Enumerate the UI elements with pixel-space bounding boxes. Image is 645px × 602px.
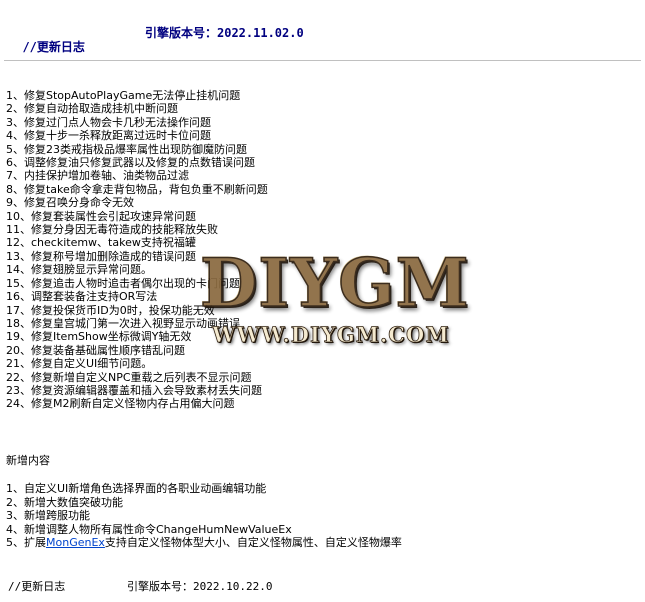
list-item: 4、修复十步一杀释放距离过远时卡位问题 xyxy=(6,129,211,143)
list-item: 4、新增调整人物所有属性命令ChangeHumNewValueEx xyxy=(6,522,292,536)
fix-list: 1、修复StopAutoPlayGame无法停止挂机问题 2、修复自动拾取造成挂… xyxy=(6,89,268,411)
list-item: 22、修复新增自定义NPC重载之后列表不显示问题 xyxy=(6,370,252,384)
item-prefix: 5、扩展 xyxy=(6,536,46,550)
list-item: 12、checkitemw、takew支持祝福罐 xyxy=(6,236,196,250)
previous-changelog-title: //更新日志 xyxy=(8,580,66,593)
list-item: 5、修复23类戒指极品爆率属性出现防御魔防问题 xyxy=(6,142,247,156)
list-item: 3、修复过门点人物会卡几秒无法操作问题 xyxy=(6,115,211,129)
list-item: 17、修复投保货币ID为0时，投保功能无效 xyxy=(6,303,215,317)
previous-engine-version: 引擎版本号：2022.10.22.0 xyxy=(127,580,273,593)
list-item: 15、修复追击人物时追击者偶尔出现的卡门问题 xyxy=(6,276,240,290)
list-item: 2、修复自动拾取造成挂机中断问题 xyxy=(6,102,178,116)
changelog-header: //更新日志 引擎版本号：2022.11.02.0 xyxy=(8,24,303,69)
list-item: 7、内挂保护增加卷轴、油类物品过滤 xyxy=(6,169,189,183)
list-item: 20、修复装备基础属性顺序错乱问题 xyxy=(6,343,185,357)
list-item: 11、修复分身因无毒符造成的技能释放失败 xyxy=(6,223,218,237)
list-item: 5、扩展MonGenEx支持自定义怪物体型大小、自定义怪物属性、自定义怪物爆率 xyxy=(6,536,402,550)
list-item: 8、修复take命令拿走背包物品，背包负重不刷新问题 xyxy=(6,182,268,196)
new-section-title: 新增内容 xyxy=(6,454,50,467)
list-item: 16、调整套装备注支持OR写法 xyxy=(6,290,158,304)
new-feature-list: 1、自定义UI新增角色选择界面的各职业动画编辑功能 2、新增大数值突破功能 3、… xyxy=(6,482,402,550)
list-item: 24、修复M2刷新自定义怪物内存占用偏大问题 xyxy=(6,397,235,411)
mongenex-link[interactable]: MonGenEx xyxy=(46,536,105,549)
item-suffix: 支持自定义怪物体型大小、自定义怪物属性、自定义怪物爆率 xyxy=(104,536,402,550)
list-item: 23、修复资源编辑器覆盖和插入会导致素材丢失问题 xyxy=(6,383,262,397)
engine-version: 引擎版本号：2022.11.02.0 xyxy=(145,26,304,40)
list-item: 3、新增跨服功能 xyxy=(6,509,90,523)
list-item: 9、修复召唤分身命令无效 xyxy=(6,196,134,210)
list-item: 18、修复皇宫城门第一次进入视野显示动画错误 xyxy=(6,316,240,330)
list-item: 19、修复ItemShow坐标微调Y轴无效 xyxy=(6,330,192,344)
divider xyxy=(4,60,641,61)
list-item: 14、修复翅膀显示异常问题。 xyxy=(6,263,152,277)
list-item: 2、新增大数值突破功能 xyxy=(6,495,123,509)
list-item: 13、修复称号增加删除造成的错误问题 xyxy=(6,249,196,263)
list-item: 21、修复自定义UI细节问题。 xyxy=(6,357,153,371)
list-item: 1、修复StopAutoPlayGame无法停止挂机问题 xyxy=(6,89,241,102)
list-item: 1、自定义UI新增角色选择界面的各职业动画编辑功能 xyxy=(6,482,267,495)
list-item: 10、修复套装属性会引起攻速异常问题 xyxy=(6,209,196,223)
list-item: 6、调整修复油只修复武器以及修复的点数错误问题 xyxy=(6,156,255,170)
previous-version-header: //更新日志 引擎版本号：2022.10.22.0 xyxy=(8,578,272,594)
changelog-title: //更新日志 xyxy=(22,40,85,54)
